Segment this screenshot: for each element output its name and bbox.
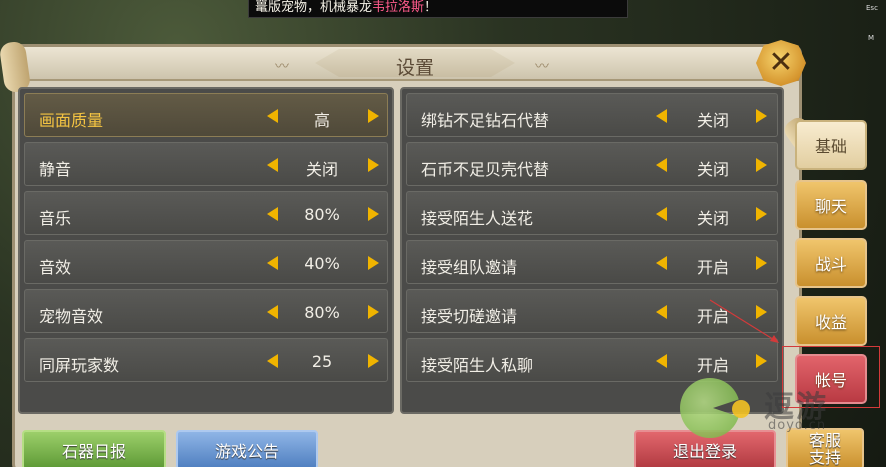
close-icon: ✕	[768, 45, 794, 80]
setting-row: 接受陌生人私聊 开启	[406, 338, 778, 382]
social-settings-list: 绑钻不足钻石代替 关闭 石币不足贝壳代替 关闭 接受陌生人送花 关闭 接受组队邀请 开启 接受切…	[400, 87, 784, 414]
decrease-arrow-icon[interactable]	[267, 207, 278, 221]
panel-header: 〰 设置 〰	[15, 47, 799, 81]
setting-label: 接受陌生人送花	[421, 209, 534, 228]
close-button[interactable]: ✕	[756, 40, 806, 86]
setting-value: 开启	[696, 258, 729, 277]
setting-value: 高	[313, 111, 330, 130]
ornament-swirl-icon: 〰	[535, 59, 549, 75]
increase-arrow-icon[interactable]	[368, 207, 379, 221]
announcement-button[interactable]: 游戏公告	[176, 430, 318, 467]
decrease-arrow-icon[interactable]	[656, 354, 667, 368]
decrease-arrow-icon[interactable]	[267, 158, 278, 172]
notice-suffix: ！	[424, 0, 438, 15]
setting-label: 静音	[39, 160, 72, 179]
increase-arrow-icon[interactable]	[756, 354, 767, 368]
general-settings-list: 画面质量 高静音 关闭音乐 80% 音效 40% 宠物音效 80% 同屏玩家数 25	[18, 87, 394, 414]
setting-row: 静音 关闭	[24, 142, 388, 186]
setting-row: 画面质量 高	[24, 93, 388, 137]
decrease-arrow-icon[interactable]	[656, 207, 667, 221]
increase-arrow-icon[interactable]	[368, 256, 379, 270]
esc-hotkey[interactable]: Esc	[866, 4, 878, 12]
setting-label: 同屏玩家数	[39, 356, 120, 375]
setting-label: 石币不足贝壳代替	[421, 160, 550, 179]
watermark-logo-icon	[680, 378, 740, 438]
increase-arrow-icon[interactable]	[368, 305, 379, 319]
watermark-dot-icon	[732, 400, 750, 418]
decrease-arrow-icon[interactable]	[267, 305, 278, 319]
setting-label: 音效	[39, 258, 72, 277]
daily-report-button[interactable]: 石器日报	[22, 430, 166, 467]
setting-label: 画面质量	[39, 111, 104, 130]
tab-0[interactable]: 基础	[795, 120, 867, 170]
watermark: 逗游 doyo.cn	[680, 378, 830, 458]
increase-arrow-icon[interactable]	[368, 109, 379, 123]
ornament-swirl-icon: 〰	[275, 59, 289, 75]
increase-arrow-icon[interactable]	[756, 256, 767, 270]
setting-value: 80%	[304, 303, 340, 322]
setting-value: 关闭	[696, 209, 729, 228]
increase-arrow-icon[interactable]	[756, 207, 767, 221]
decrease-arrow-icon[interactable]	[656, 158, 667, 172]
tab-2[interactable]: 战斗	[795, 238, 867, 288]
setting-row: 接受陌生人送花 关闭	[406, 191, 778, 235]
increase-arrow-icon[interactable]	[756, 158, 767, 172]
increase-arrow-icon[interactable]	[756, 109, 767, 123]
setting-label: 音乐	[39, 209, 72, 228]
setting-row: 石币不足贝壳代替 关闭	[406, 142, 778, 186]
setting-label: 宠物音效	[39, 307, 104, 326]
setting-label: 绑钻不足钻石代替	[421, 111, 550, 130]
setting-label: 接受组队邀请	[421, 258, 518, 277]
increase-arrow-icon[interactable]	[368, 158, 379, 172]
setting-value: 关闭	[305, 160, 338, 179]
setting-row: 音乐 80%	[24, 191, 388, 235]
setting-value: 关闭	[696, 160, 729, 179]
setting-value: 开启	[696, 307, 729, 326]
decrease-arrow-icon[interactable]	[267, 256, 278, 270]
decrease-arrow-icon[interactable]	[656, 109, 667, 123]
setting-row: 同屏玩家数 25	[24, 338, 388, 382]
scrolling-notice: 鼍版宠物，机械暴龙韦拉洛斯！	[248, 0, 628, 18]
setting-value: 开启	[696, 356, 729, 375]
setting-value: 40%	[304, 254, 340, 273]
decrease-arrow-icon[interactable]	[267, 109, 278, 123]
setting-row: 接受组队邀请 开启	[406, 240, 778, 284]
decrease-arrow-icon[interactable]	[656, 256, 667, 270]
setting-value: 关闭	[696, 111, 729, 130]
map-hotkey[interactable]: M	[868, 34, 874, 42]
setting-row: 绑钻不足钻石代替 关闭	[406, 93, 778, 137]
increase-arrow-icon[interactable]	[756, 305, 767, 319]
tab-1[interactable]: 聊天	[795, 180, 867, 230]
setting-value: 80%	[304, 205, 340, 224]
decrease-arrow-icon[interactable]	[267, 354, 278, 368]
increase-arrow-icon[interactable]	[368, 354, 379, 368]
watermark-domain: doyo.cn	[768, 418, 827, 433]
setting-row: 接受切磋邀请 开启	[406, 289, 778, 333]
tab-3[interactable]: 收益	[795, 296, 867, 346]
setting-value: 25	[311, 352, 333, 371]
setting-label: 接受陌生人私聊	[421, 356, 534, 375]
setting-label: 接受切磋邀请	[421, 307, 518, 326]
notice-highlight: 韦拉洛斯	[372, 0, 425, 15]
panel-title: 设置	[395, 57, 434, 79]
setting-row: 音效 40%	[24, 240, 388, 284]
notice-text: 鼍版宠物，机械暴龙	[255, 0, 373, 15]
decrease-arrow-icon[interactable]	[656, 305, 667, 319]
setting-row: 宠物音效 80%	[24, 289, 388, 333]
